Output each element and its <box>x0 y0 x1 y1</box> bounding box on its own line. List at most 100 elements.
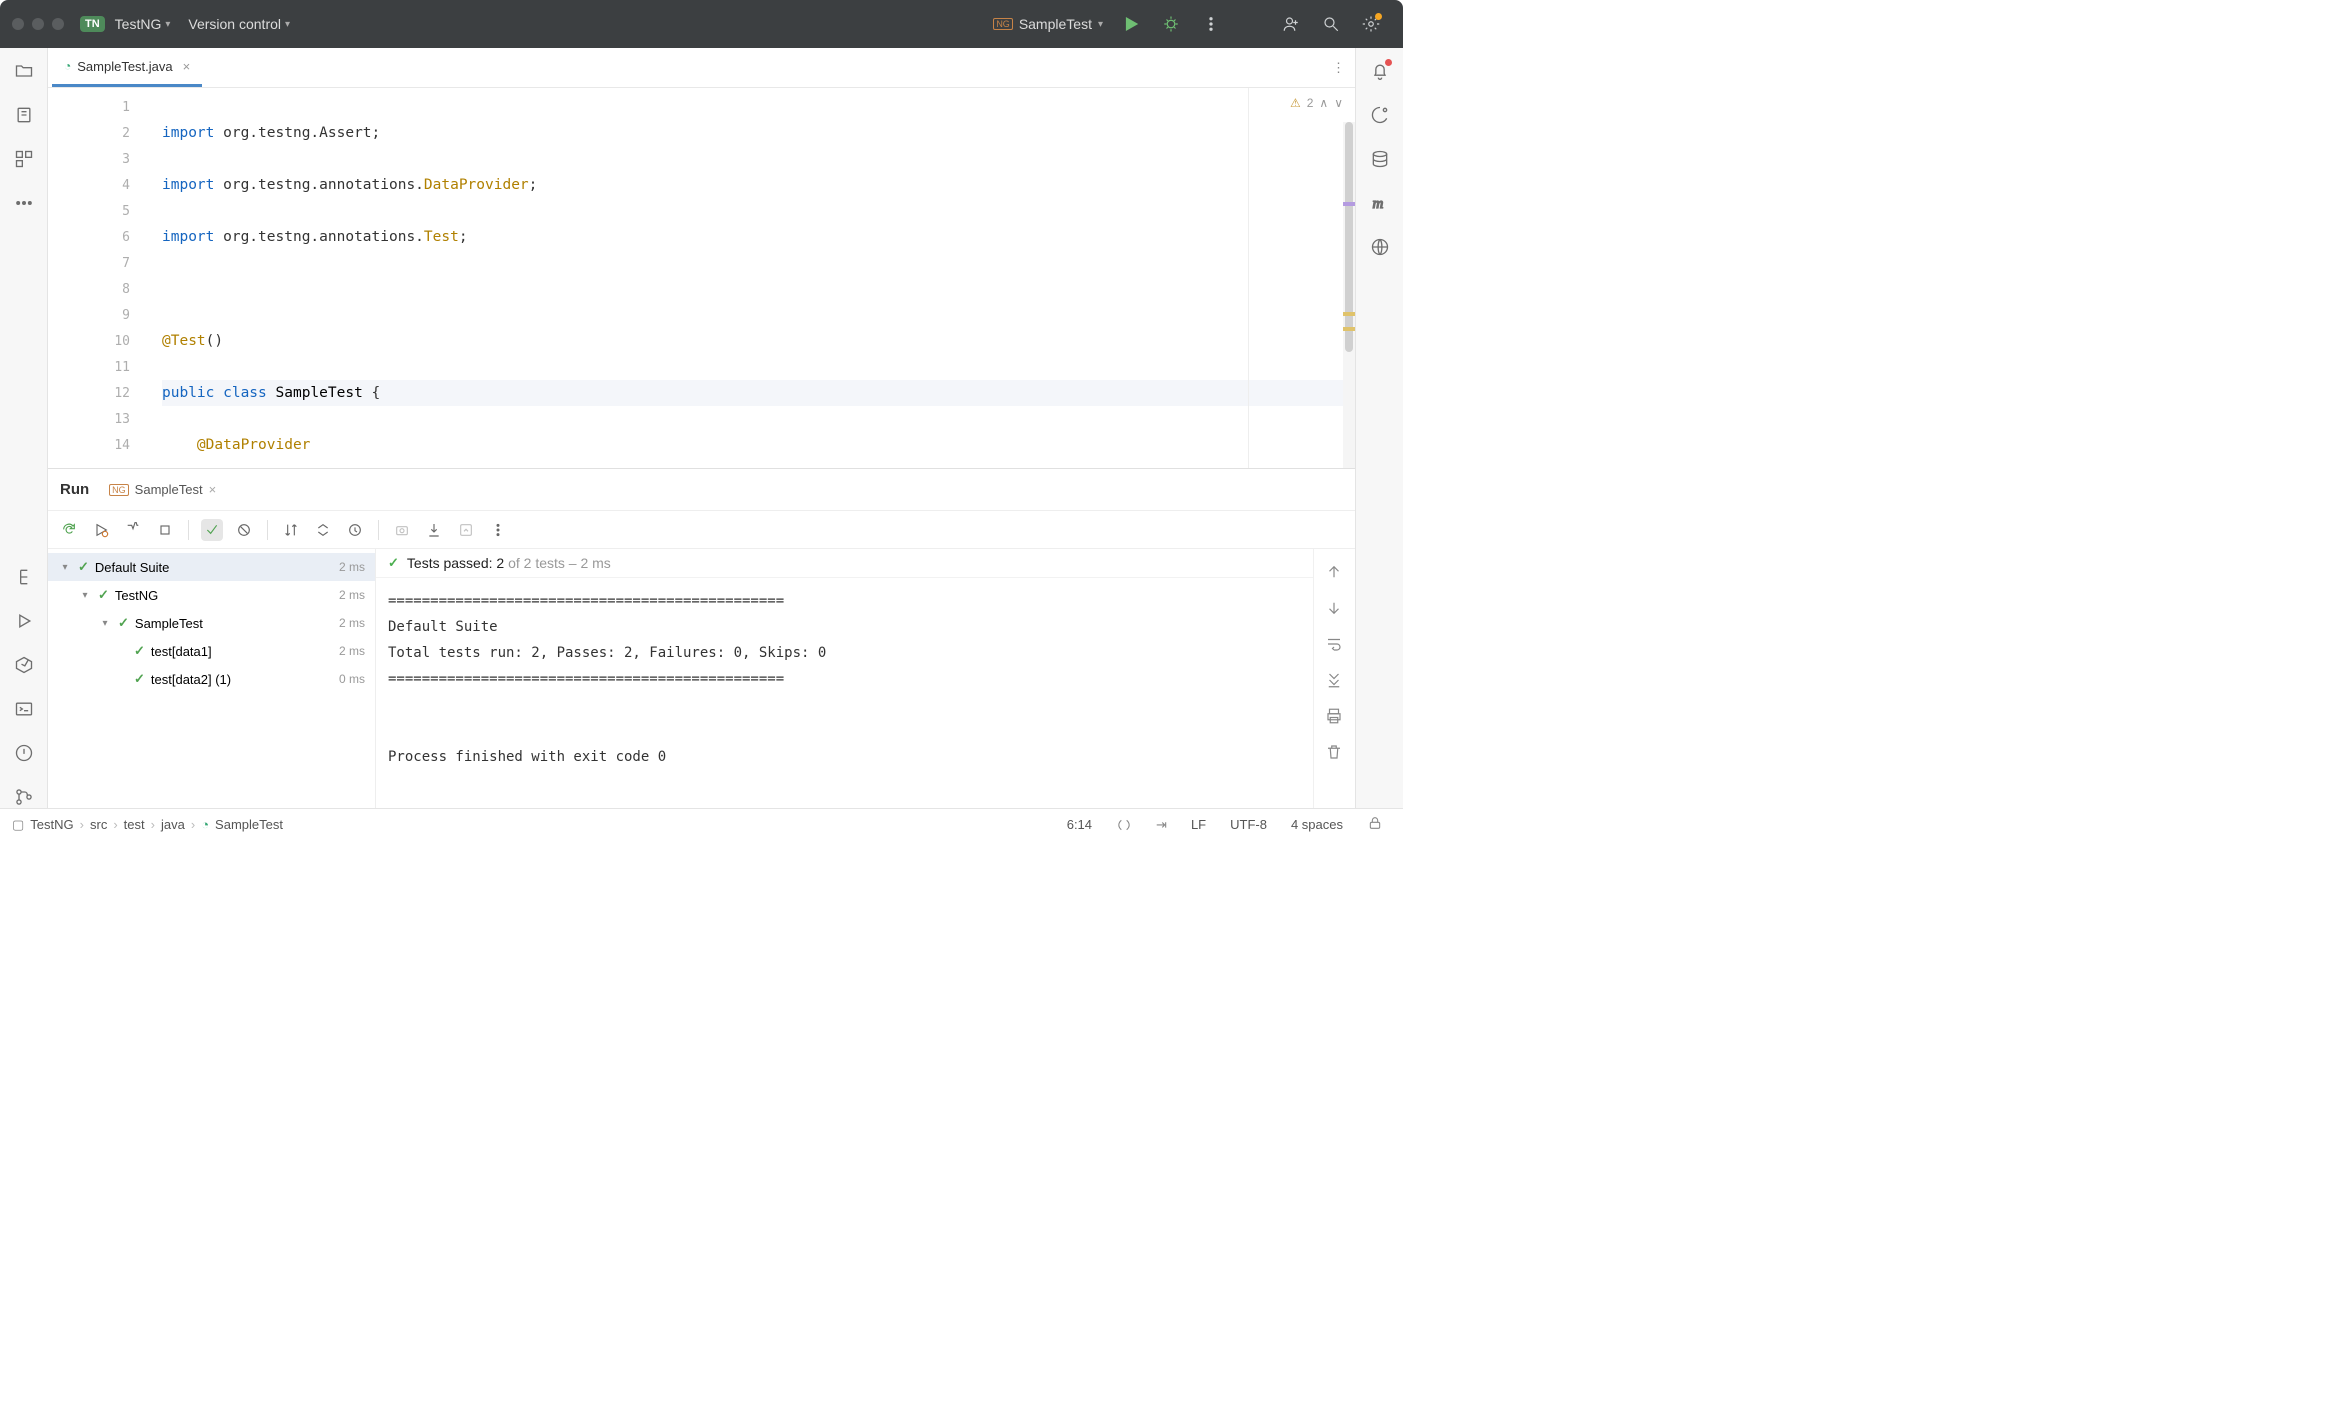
line-number[interactable]: 12 <box>48 380 158 406</box>
terminal-tool-icon[interactable] <box>13 698 35 720</box>
breadcrumb-item[interactable]: java <box>161 817 185 832</box>
code-area[interactable]: import org.testng.Assert; import org.tes… <box>158 88 1355 468</box>
project-selector[interactable]: TN TestNG ▾ <box>80 16 170 32</box>
breadcrumb-item[interactable]: src <box>90 817 107 832</box>
line-number[interactable]: 2 <box>48 120 158 146</box>
readonly-toggle-icon[interactable] <box>1359 815 1391 834</box>
file-tab-label: SampleTest.java <box>77 59 172 74</box>
tree-node-class[interactable]: ▾ ✓ SampleTest 2 ms <box>48 609 375 637</box>
export-tests-button[interactable] <box>455 519 477 541</box>
show-ignored-toggle[interactable] <box>233 519 255 541</box>
indent-setting[interactable]: 4 spaces <box>1283 817 1351 832</box>
line-separator[interactable]: LF <box>1183 817 1214 832</box>
file-tab[interactable]: ◔ SampleTest.java × <box>52 48 202 87</box>
caret-position[interactable]: 6:14 <box>1059 817 1100 832</box>
scroll-down-icon[interactable] <box>1325 599 1345 619</box>
close-tab-icon[interactable]: × <box>183 59 191 74</box>
database-tool-icon[interactable] <box>1369 148 1391 170</box>
line-number[interactable]: 8 <box>48 276 158 302</box>
tree-node-suite[interactable]: ▾ ✓ Default Suite 2 ms <box>48 553 375 581</box>
notifications-icon[interactable] <box>1369 60 1391 82</box>
search-everywhere-icon[interactable] <box>1319 12 1343 36</box>
coverage-tool-icon[interactable] <box>1369 236 1391 258</box>
chevron-down-icon[interactable]: ▾ <box>78 590 92 601</box>
file-encoding[interactable]: UTF-8 <box>1222 817 1275 832</box>
editor-scrollbar[interactable] <box>1343 122 1355 468</box>
toggle-auto-test-button[interactable] <box>122 519 144 541</box>
more-tools-icon[interactable] <box>13 192 35 214</box>
line-number[interactable]: 10 <box>48 328 158 354</box>
vcs-tool-icon[interactable] <box>13 786 35 808</box>
screenshot-button[interactable] <box>391 519 413 541</box>
breadcrumb-item[interactable]: SampleTest <box>215 817 283 832</box>
project-tool-icon[interactable] <box>13 60 35 82</box>
tree-node-test[interactable]: ✓ test[data2] (1) 0 ms <box>48 665 375 693</box>
soft-wrap-icon[interactable] <box>1325 635 1345 655</box>
rerun-failed-button[interactable] <box>90 519 112 541</box>
vcs-menu[interactable]: Version control ▾ <box>188 16 290 32</box>
line-number[interactable]: 9 <box>48 302 158 328</box>
import-tests-button[interactable] <box>423 519 445 541</box>
zoom-window-icon[interactable] <box>52 18 64 30</box>
show-passed-toggle[interactable] <box>201 519 223 541</box>
line-number[interactable]: 1 <box>48 94 158 120</box>
rerun-button[interactable] <box>58 519 80 541</box>
line-number[interactable]: 14 <box>48 432 158 458</box>
code-with-me-icon[interactable] <box>1279 12 1303 36</box>
line-number[interactable]: 3 <box>48 146 158 172</box>
editor-tabs: ◔ SampleTest.java × ⋮ <box>48 48 1355 88</box>
line-number[interactable]: 6 <box>48 224 158 250</box>
bookmarks-tool-icon[interactable] <box>13 104 35 126</box>
line-number[interactable]: 7 <box>48 250 158 276</box>
breadcrumb-item[interactable]: TestNG <box>30 817 73 832</box>
type-hierarchy-tool-icon[interactable] <box>13 566 35 588</box>
print-icon[interactable] <box>1325 707 1345 727</box>
expand-all-button[interactable] <box>312 519 334 541</box>
line-number[interactable]: 4 <box>48 172 158 198</box>
more-actions-icon[interactable] <box>1199 12 1223 36</box>
scroll-to-end-icon[interactable] <box>1325 671 1345 691</box>
clear-all-icon[interactable] <box>1325 743 1345 763</box>
debug-button[interactable] <box>1159 12 1183 36</box>
structure-tool-icon[interactable] <box>13 148 35 170</box>
tree-node-time: 2 ms <box>339 644 375 658</box>
run-configuration-selector[interactable]: NG SampleTest ▾ <box>993 16 1103 32</box>
settings-icon[interactable] <box>1359 12 1383 36</box>
ai-assistant-icon[interactable] <box>1369 104 1391 126</box>
annotation: @Test <box>162 333 206 349</box>
chevron-down-icon[interactable]: ▾ <box>58 562 72 573</box>
console-output[interactable]: ========================================… <box>376 578 1313 808</box>
sort-button[interactable] <box>280 519 302 541</box>
tree-node-group[interactable]: ▾ ✓ TestNG 2 ms <box>48 581 375 609</box>
scroll-up-icon[interactable] <box>1325 563 1345 583</box>
editor-tabs-more-icon[interactable]: ⋮ <box>1322 60 1355 76</box>
run-button[interactable] <box>1119 12 1143 36</box>
close-tab-icon[interactable]: × <box>209 482 217 497</box>
stop-button[interactable] <box>154 519 176 541</box>
power-save-icon[interactable] <box>1108 816 1140 833</box>
services-tool-icon[interactable] <box>13 654 35 676</box>
run-config-tab[interactable]: NG SampleTest × <box>101 478 224 501</box>
tree-node-test[interactable]: ✓ test[data1] 2 ms <box>48 637 375 665</box>
minimize-window-icon[interactable] <box>32 18 44 30</box>
warning-count: 2 <box>1307 96 1314 110</box>
titlebar: TN TestNG ▾ Version control ▾ NG SampleT… <box>0 0 1403 48</box>
scroll-thumb[interactable] <box>1345 122 1353 352</box>
run-tool-icon[interactable] <box>13 610 35 632</box>
test-history-button[interactable] <box>344 519 366 541</box>
breadcrumb-item[interactable]: test <box>124 817 145 832</box>
line-number[interactable]: 13 <box>48 406 158 432</box>
project-badge: TN <box>80 16 105 32</box>
chevron-down-icon[interactable]: ▾ <box>98 618 112 629</box>
run-toolbar-more-icon[interactable] <box>487 519 509 541</box>
problems-tool-icon[interactable] <box>13 742 35 764</box>
next-highlight-icon[interactable]: ∨ <box>1334 96 1343 110</box>
maven-tool-icon[interactable]: m <box>1369 192 1391 214</box>
run-config-label: SampleTest <box>1019 16 1092 32</box>
prev-highlight-icon[interactable]: ∧ <box>1319 96 1328 110</box>
line-number[interactable]: 11 <box>48 354 158 380</box>
inspections-widget[interactable]: ⚠ 2 ∧ ∨ <box>1290 96 1343 110</box>
tab-icon[interactable]: ⇥ <box>1148 817 1175 833</box>
close-window-icon[interactable] <box>12 18 24 30</box>
line-number[interactable]: 5 <box>48 198 158 224</box>
